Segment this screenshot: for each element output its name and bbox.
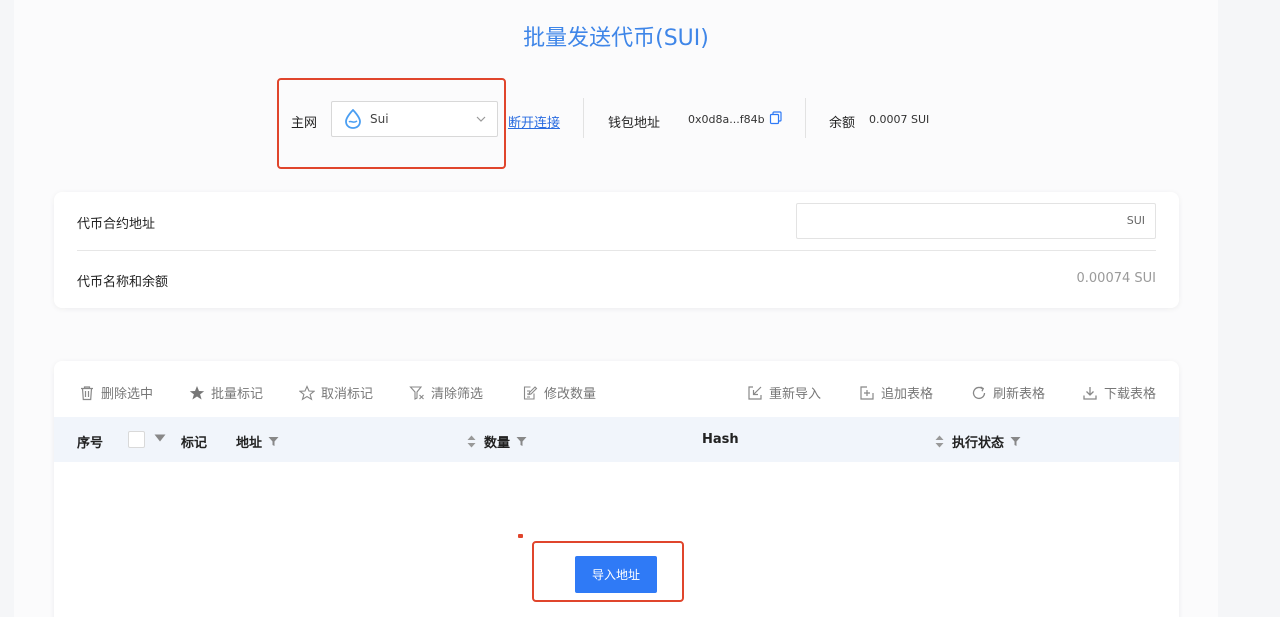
annotation-dot [518,534,523,538]
token-name-balance-value: 0.00074 SUI [1076,271,1157,286]
star-outline-icon [299,384,315,401]
divider [583,98,584,138]
edit-icon [523,385,538,400]
wallet-address-label: 钱包地址 [608,116,661,131]
download-table-button[interactable]: 下载表格 [1082,383,1156,402]
add-box-icon [860,385,874,400]
append-table-button[interactable]: 追加表格 [859,383,933,402]
caret-down-icon[interactable] [154,434,166,442]
table-toolbar: 删除选中 批量标记 取消标记 清除筛选 修改数量 重新导入 追加表格 刷新表格 … [54,361,1179,417]
download-table-label: 下载表格 [1104,387,1157,402]
token-balance-row: 代币名称和余额 0.00074 SUI [54,250,1179,308]
page-title: 批量发送代币(SUI) [523,26,709,51]
col-amount-label: 数量 [484,436,511,451]
select-all-checkbox[interactable] [128,431,145,448]
token-card: 代币合约地址 SUI 代币名称和余额 0.00074 SUI [54,192,1179,308]
reimport-label: 重新导入 [769,387,822,402]
token-name-balance-label: 代币名称和余额 [77,275,169,290]
disconnect-link[interactable]: 断开连接 [508,112,560,131]
col-mark-label: 标记 [181,436,208,451]
refresh-table-button[interactable]: 刷新表格 [971,383,1045,402]
edit-amount-label: 修改数量 [544,387,597,402]
delete-selected-label: 删除选中 [101,387,154,402]
wallet-address-value: 0x0d8a...f84b [688,113,765,126]
token-contract-input[interactable]: SUI [796,203,1156,239]
import-icon [748,385,762,400]
append-table-label: 追加表格 [881,387,934,402]
highlight-box-import [532,541,684,602]
col-index-label: 序号 [77,436,104,451]
col-address-label: 地址 [236,436,263,451]
filter-icon[interactable] [516,436,527,447]
batch-mark-label: 批量标记 [211,387,264,402]
col-amount[interactable]: 数量 [467,432,527,451]
clear-filter-label: 清除筛选 [431,387,484,402]
copy-icon[interactable] [769,111,783,125]
refresh-icon [972,385,986,399]
network-bar: 主网 Sui 断开连接 钱包地址 0x0d8a...f84b 余额 0.0007… [14,98,1218,142]
filter-clear-icon [409,385,424,400]
filter-icon[interactable] [268,436,279,447]
cancel-mark-button[interactable]: 取消标记 [299,383,373,402]
highlight-box-network [277,78,506,169]
edit-amount-button[interactable]: 修改数量 [522,383,596,402]
balance-label: 余额 [829,116,856,131]
col-address[interactable]: 地址 [236,432,279,451]
refresh-table-label: 刷新表格 [993,387,1046,402]
table-header: 序号 标记 地址 数量 Hash 执行状态 [54,417,1179,462]
balance-value: 0.0007 SUI [869,113,930,126]
token-contract-label: 代币合约地址 [77,217,156,232]
reimport-button[interactable]: 重新导入 [747,383,821,402]
delete-selected-button[interactable]: 删除选中 [79,383,153,402]
star-filled-icon [189,385,205,399]
trash-icon [81,385,93,400]
sort-icon[interactable] [467,435,476,448]
col-status[interactable]: 执行状态 [935,432,1021,451]
col-index: 序号 [77,432,103,451]
clear-filter-button[interactable]: 清除筛选 [409,383,483,402]
col-status-label: 执行状态 [952,436,1005,451]
col-hash: Hash [702,432,739,447]
token-contract-row: 代币合约地址 SUI [54,192,1179,250]
page: 批量发送代币(SUI) 主网 Sui 断开连接 钱包地址 0x0d8a...f8… [14,0,1218,617]
filter-icon[interactable] [1010,436,1021,447]
download-icon [1083,386,1097,400]
sort-icon[interactable] [935,435,944,448]
col-hash-label: Hash [702,432,739,447]
divider [805,98,806,138]
cancel-mark-label: 取消标记 [321,387,374,402]
col-mark: 标记 [181,432,207,451]
batch-mark-button[interactable]: 批量标记 [189,383,263,402]
